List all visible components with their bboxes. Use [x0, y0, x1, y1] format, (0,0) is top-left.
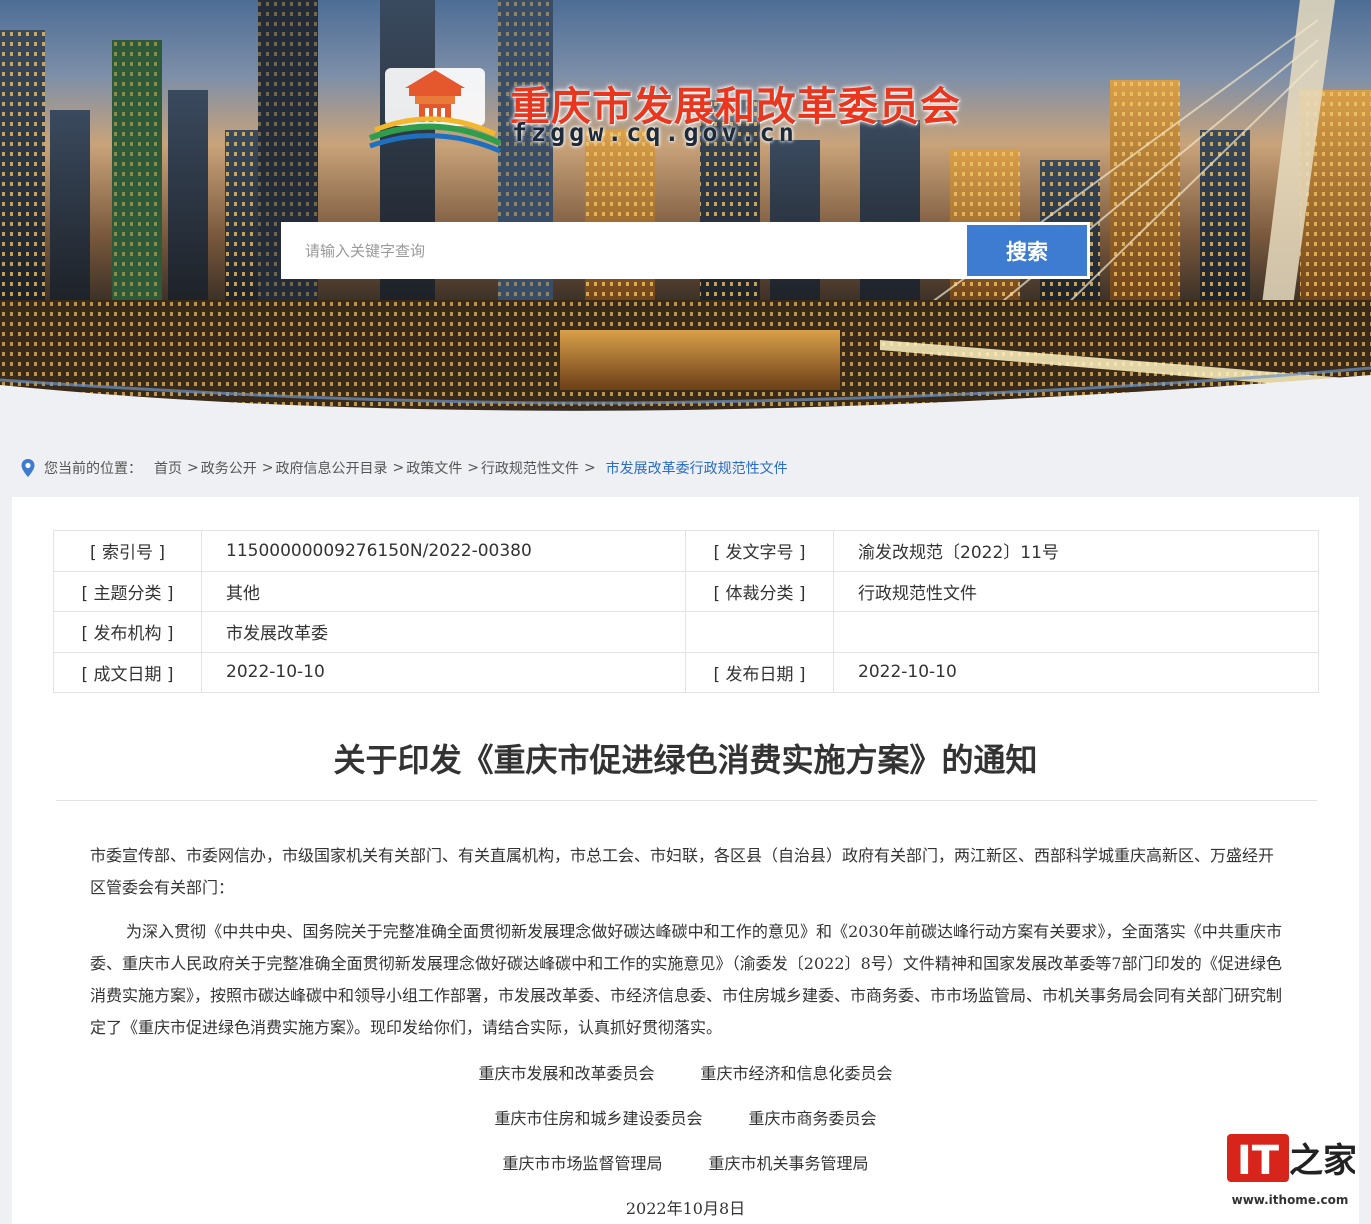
city-skyline-image — [0, 0, 1371, 425]
breadcrumb: 您当前的位置： 首页 > 政务公开 > 政府信息公开目录 > 政策文件 > 行政… — [20, 456, 788, 480]
meta-value: 其他 — [201, 570, 686, 612]
signatory: 重庆市发展和改革委员会 — [478, 1064, 655, 1083]
meta-value: 市发展改革委 — [201, 611, 686, 653]
header-banner: 重庆市发展和改革委员会 fzggw.cq.gov.cn 搜索 — [0, 0, 1371, 425]
breadcrumb-policy-docs[interactable]: 政策文件 — [406, 458, 462, 478]
meta-key: [ 索引号 ] — [53, 530, 202, 572]
document-date: 2022年10月8日 — [625, 1199, 746, 1218]
meta-key: [ 主题分类 ] — [53, 570, 202, 612]
meta-value — [833, 611, 1319, 653]
table-row: [ 索引号 ] 11500000009276150N/2022-00380 [ … — [53, 530, 1319, 572]
breadcrumb-government-affairs[interactable]: 政务公开 — [201, 458, 257, 478]
meta-key — [685, 611, 834, 653]
meta-key: [ 发文字号 ] — [685, 530, 834, 572]
breadcrumb-separator: > — [467, 460, 479, 476]
signatory: 重庆市住房和城乡建设委员会 — [494, 1109, 703, 1128]
site-domain: fzggw.cq.gov.cn — [512, 118, 798, 147]
signatory: 重庆市机关事务管理局 — [708, 1154, 869, 1173]
title-divider — [56, 800, 1317, 801]
meta-key: [ 成文日期 ] — [53, 651, 202, 693]
document-body: 为深入贯彻《中共中央、国务院关于完整准确全面贯彻新发展理念做好碳达峰碳中和工作的… — [90, 922, 1283, 1037]
svg-text:之家: 之家 — [1289, 1141, 1355, 1181]
content-card: [ 索引号 ] 11500000009276150N/2022-00380 [ … — [12, 497, 1359, 1224]
signatory-row: 重庆市市场监督管理局 重庆市机关事务管理局 — [12, 1150, 1359, 1174]
meta-value: 11500000009276150N/2022-00380 — [201, 530, 686, 572]
meta-key: [ 发布机构 ] — [53, 611, 202, 653]
breadcrumb-home[interactable]: 首页 — [154, 458, 182, 478]
breadcrumb-disclosure-catalog[interactable]: 政府信息公开目录 — [275, 458, 387, 478]
signatory: 重庆市商务委员会 — [748, 1109, 877, 1128]
breadcrumb-current[interactable]: 市发展改革委行政规范性文件 — [606, 458, 788, 478]
breadcrumb-separator: > — [392, 460, 405, 476]
meta-value: 2022-10-10 — [833, 651, 1319, 693]
signatory-row: 重庆市住房和城乡建设委员会 重庆市商务委员会 — [12, 1105, 1359, 1129]
signatory-row: 重庆市发展和改革委员会 重庆市经济和信息化委员会 — [12, 1060, 1359, 1084]
search-input[interactable] — [281, 222, 964, 279]
meta-value: 2022-10-10 — [201, 651, 686, 693]
breadcrumb-separator: > — [583, 460, 596, 476]
meta-key: [ 发布日期 ] — [685, 651, 834, 693]
breadcrumb-normative-docs[interactable]: 行政规范性文件 — [481, 458, 579, 478]
signatory: 重庆市市场监督管理局 — [502, 1154, 663, 1173]
location-pin-icon — [21, 459, 35, 477]
document-title: 关于印发《重庆市促进绿色消费实施方案》的通知 — [333, 741, 1038, 779]
meta-value: 渝发改规范〔2022〕11号 — [833, 530, 1319, 572]
signatory: 重庆市经济和信息化委员会 — [700, 1064, 893, 1083]
table-row: [ 成文日期 ] 2022-10-10 [ 发布日期 ] 2022-10-10 — [53, 651, 1319, 693]
svg-text:www.ithome.com: www.ithome.com — [1232, 1193, 1349, 1207]
breadcrumb-lead: 您当前的位置： — [44, 461, 142, 477]
document-addressee: 市委宣传部、市委网信办，市级国家机关有关部门、有关直属机构，市总工会、市妇联，各… — [90, 846, 1275, 897]
table-row: [ 主题分类 ] 其他 [ 体裁分类 ] 行政规范性文件 — [53, 570, 1319, 612]
breadcrumb-separator: > — [261, 460, 274, 476]
meta-key: [ 体裁分类 ] — [685, 570, 834, 612]
meta-value: 行政规范性文件 — [833, 570, 1319, 612]
search-button[interactable]: 搜索 — [964, 222, 1090, 279]
breadcrumb-separator: > — [187, 460, 199, 476]
table-row: [ 发布机构 ] 市发展改革委 — [53, 611, 1319, 653]
agency-logo — [368, 68, 502, 154]
svg-text:IT: IT — [1237, 1138, 1280, 1184]
ithome-watermark-logo: IT 之家 www.ithome.com — [1227, 1134, 1355, 1207]
document-metadata-table: [ 索引号 ] 11500000009276150N/2022-00380 [ … — [53, 530, 1319, 693]
